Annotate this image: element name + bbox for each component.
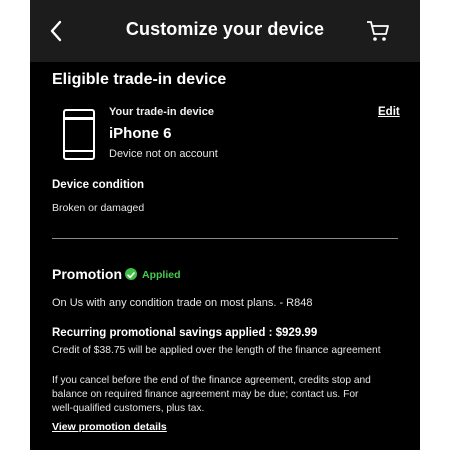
account-status: Device not on account bbox=[109, 148, 218, 160]
page-title: Customize your device bbox=[125, 19, 325, 39]
check-circle-icon bbox=[125, 268, 137, 280]
status-badge: Applied bbox=[142, 269, 181, 281]
disclaimer-line-3: well-qualified customers, plus tax. bbox=[52, 403, 205, 414]
app-screen: Customize your device Eligible trade-in … bbox=[30, 0, 420, 450]
credit-text: Credit of $38.75 will be applied over th… bbox=[52, 345, 381, 356]
tradein-section-title: Eligible trade-in device bbox=[52, 71, 227, 88]
view-promotion-details-link[interactable]: View promotion details bbox=[52, 421, 167, 433]
phone-icon bbox=[63, 109, 95, 160]
disclaimer-line-1: If you cancel before the end of the fina… bbox=[52, 375, 371, 386]
tradein-label: Your trade-in device bbox=[109, 106, 214, 118]
condition-label: Device condition bbox=[52, 179, 145, 191]
header-bar: Customize your device bbox=[30, 0, 420, 62]
device-name: iPhone 6 bbox=[109, 125, 172, 142]
promotion-title: Promotion bbox=[52, 266, 122, 282]
edit-link[interactable]: Edit bbox=[378, 106, 400, 118]
condition-value: Broken or damaged bbox=[52, 202, 145, 214]
section-divider bbox=[52, 238, 398, 239]
offer-text: On Us with any condition trade on most p… bbox=[52, 297, 313, 309]
savings-title: Recurring promotional savings applied : … bbox=[52, 327, 318, 339]
cart-icon[interactable] bbox=[365, 19, 391, 43]
disclaimer-line-2: balance on required finance agreement ma… bbox=[52, 389, 359, 400]
